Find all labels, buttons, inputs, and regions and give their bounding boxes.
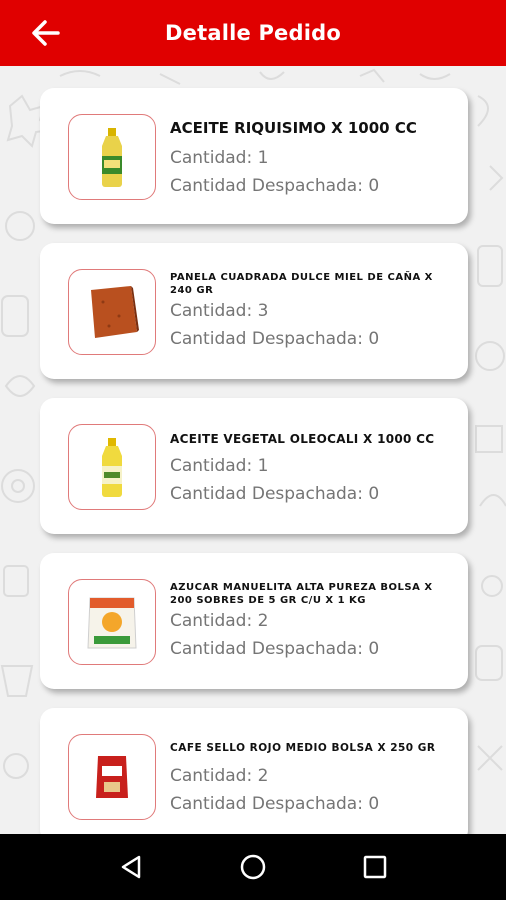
oil-bottle-image	[68, 424, 156, 510]
product-name: ACEITE VEGETAL OLEOCALI X 1000 CC	[170, 432, 435, 446]
dispatched-quantity-label: Cantidad Despachada: 0	[170, 484, 380, 504]
order-detail-list[interactable]: ACEITE RIQUISIMO X 1000 CC Cantidad: 1 C…	[0, 66, 506, 834]
square-recents-icon	[363, 855, 387, 879]
app-bar: Detalle Pedido	[0, 0, 506, 66]
page-title: Detalle Pedido	[165, 21, 341, 45]
quantity-label: Cantidad: 2	[170, 766, 269, 786]
dispatched-quantity-label: Cantidad Despachada: 0	[170, 176, 380, 196]
triangle-back-icon	[121, 855, 141, 879]
quantity-label: Cantidad: 3	[170, 301, 269, 321]
order-item-card[interactable]: CAFE SELLO ROJO MEDIO BOLSA X 250 GR Can…	[40, 708, 468, 834]
quantity-label: Cantidad: 2	[170, 611, 269, 631]
dispatched-quantity-label: Cantidad Despachada: 0	[170, 794, 380, 814]
quantity-label: Cantidad: 1	[170, 456, 269, 476]
product-name: PANELA CUADRADA DULCE MIEL DE CAÑA X 240…	[170, 272, 433, 296]
oil-bottle-image	[68, 114, 156, 200]
sugar-bag-image	[68, 579, 156, 665]
coffee-bag-image	[68, 734, 156, 820]
back-button[interactable]	[28, 16, 62, 50]
order-item-card[interactable]: PANELA CUADRADA DULCE MIEL DE CAÑA X 240…	[40, 243, 468, 379]
dispatched-quantity-label: Cantidad Despachada: 0	[170, 329, 380, 349]
product-name: AZUCAR MANUELITA ALTA PUREZA BOLSA X 200…	[170, 582, 433, 606]
nav-back-button[interactable]	[111, 847, 151, 887]
quantity-label: Cantidad: 1	[170, 148, 269, 168]
nav-recents-button[interactable]	[355, 847, 395, 887]
order-item-card[interactable]: ACEITE RIQUISIMO X 1000 CC Cantidad: 1 C…	[40, 88, 468, 224]
circle-home-icon	[240, 854, 266, 880]
product-name: ACEITE RIQUISIMO X 1000 CC	[170, 119, 417, 137]
order-item-card[interactable]: AZUCAR MANUELITA ALTA PUREZA BOLSA X 200…	[40, 553, 468, 689]
order-item-card[interactable]: ACEITE VEGETAL OLEOCALI X 1000 CC Cantid…	[40, 398, 468, 534]
panela-block-image	[68, 269, 156, 355]
arrow-left-icon	[32, 20, 60, 46]
nav-home-button[interactable]	[233, 847, 273, 887]
system-navigation-bar	[0, 834, 506, 900]
dispatched-quantity-label: Cantidad Despachada: 0	[170, 639, 380, 659]
product-name: CAFE SELLO ROJO MEDIO BOLSA X 250 GR	[170, 742, 436, 754]
